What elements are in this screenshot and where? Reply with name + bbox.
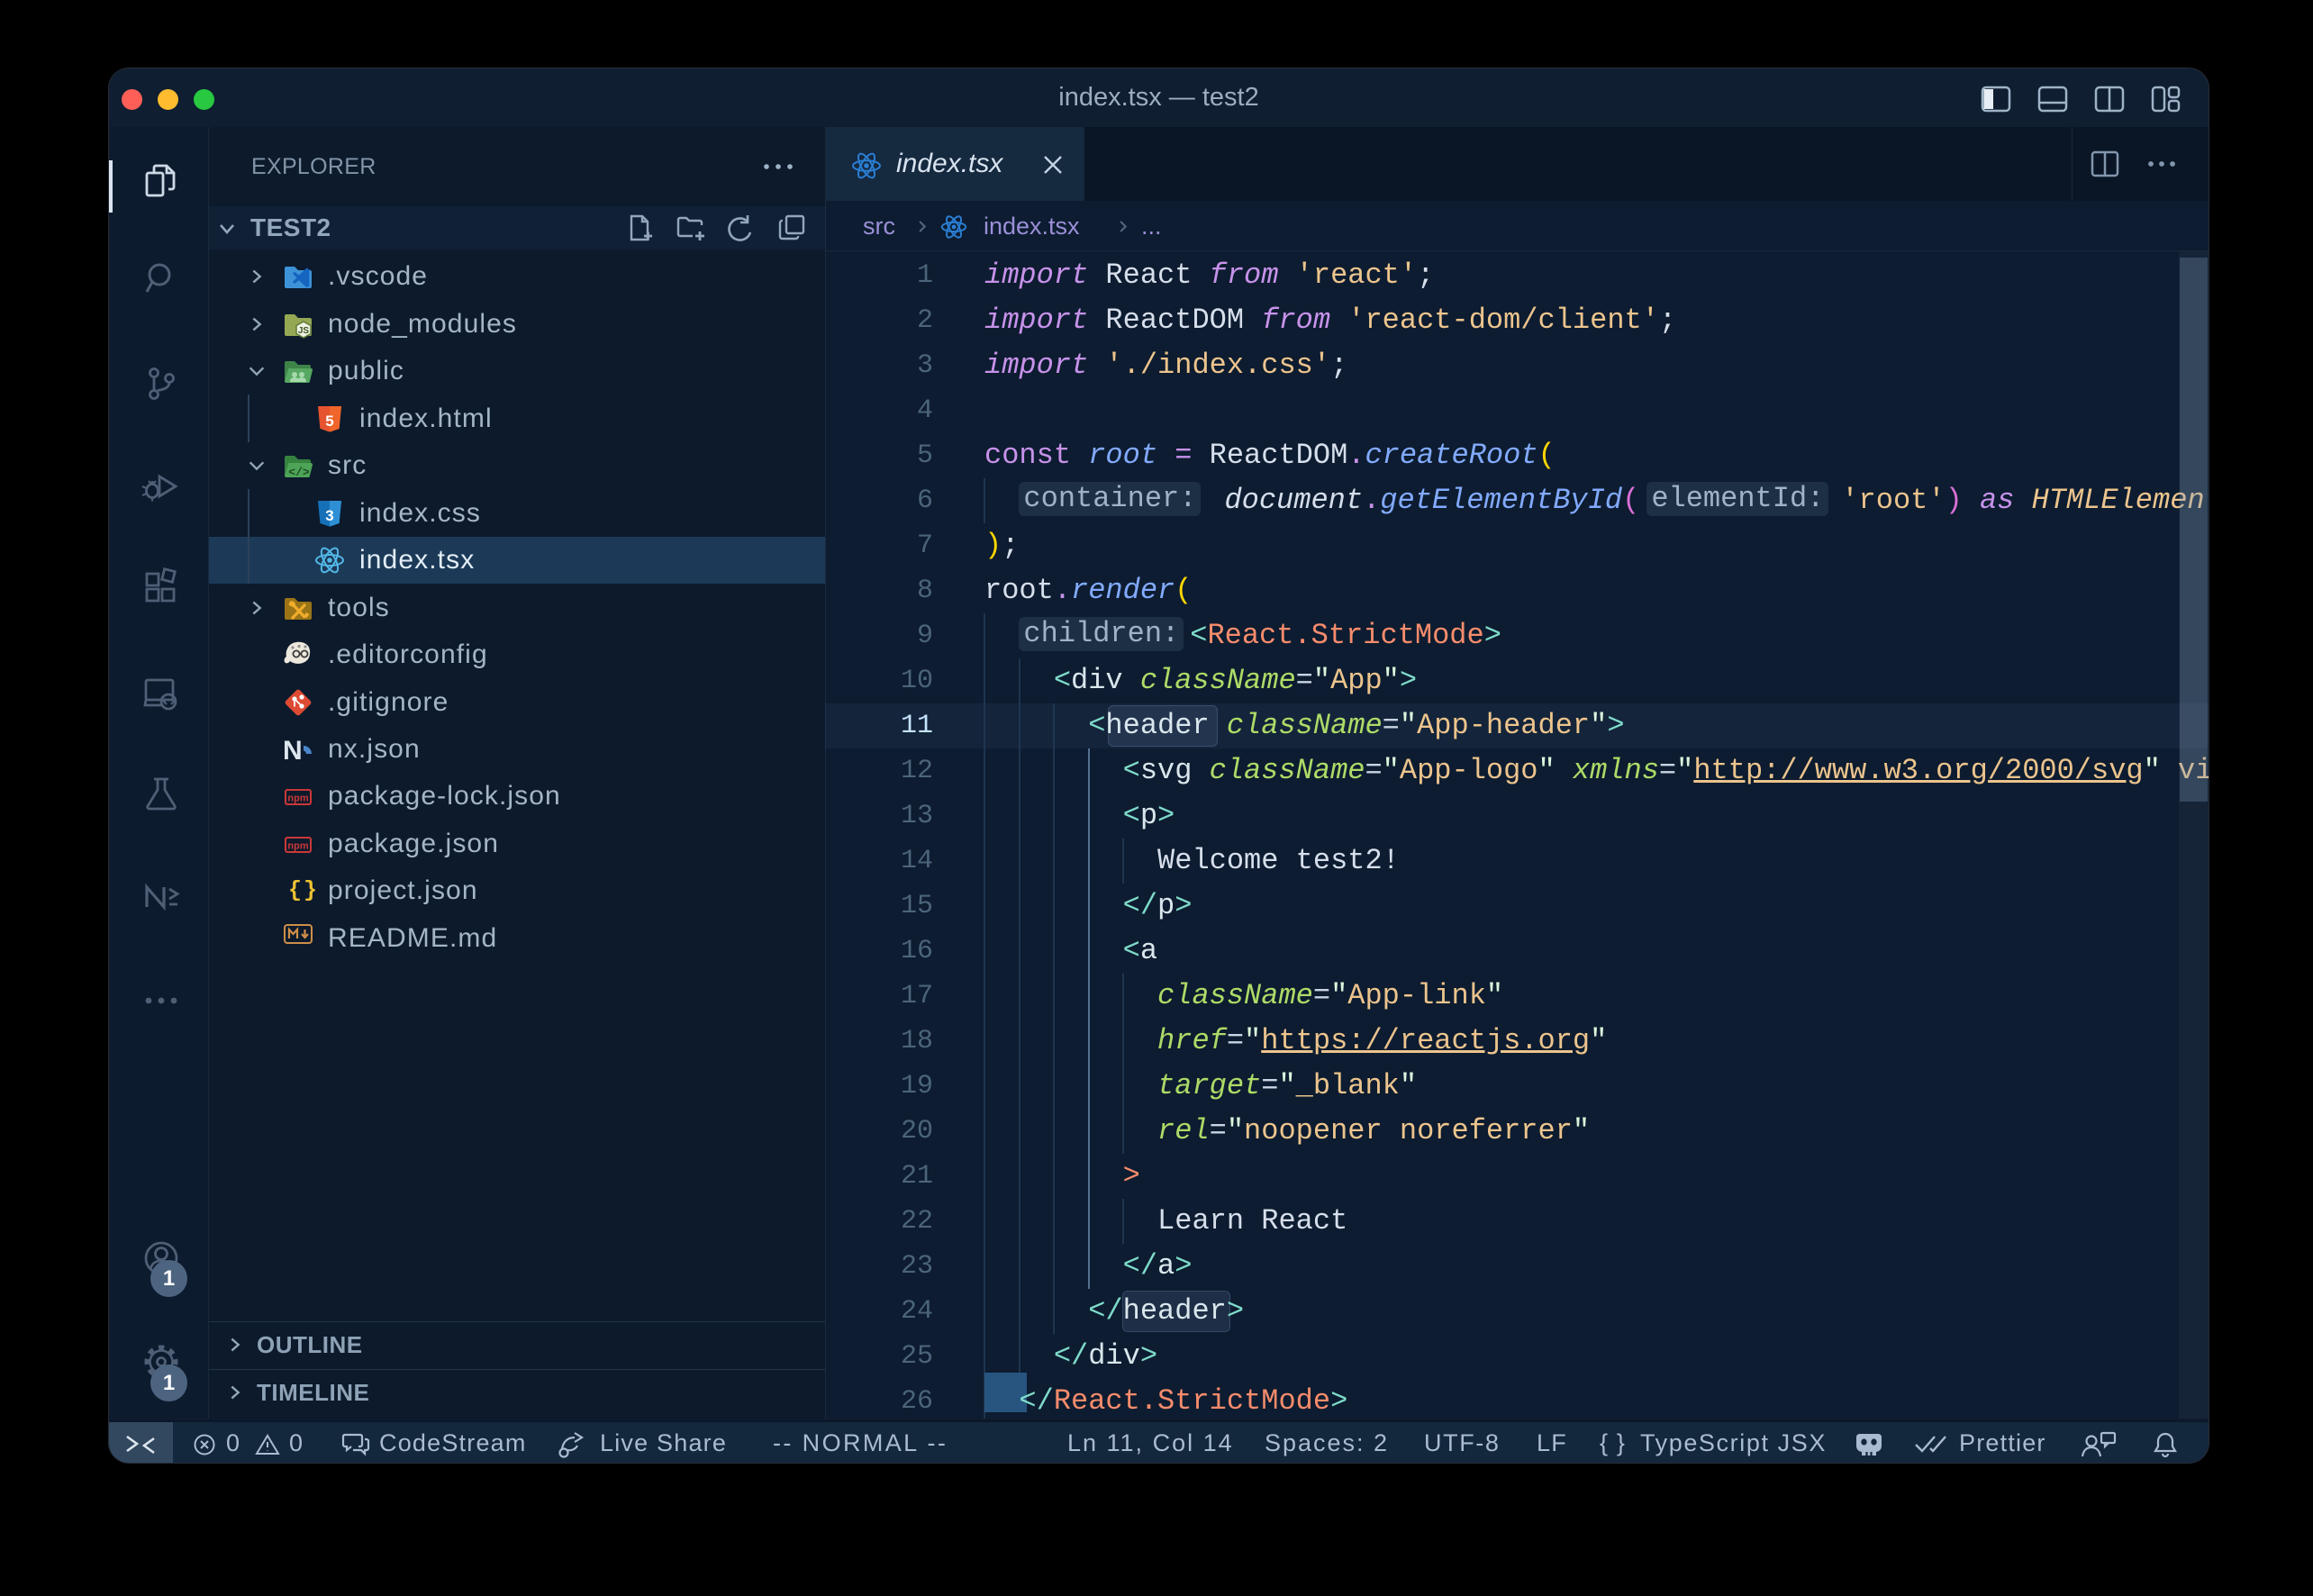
svg-text:npm: npm — [287, 841, 308, 852]
svg-text:JS: JS — [298, 326, 310, 336]
svg-text:npm: npm — [287, 793, 308, 804]
svg-text:5: 5 — [325, 413, 333, 430]
svg-text:N: N — [283, 736, 303, 765]
svg-text:</>: </> — [288, 466, 310, 479]
svg-text:3: 3 — [325, 507, 333, 524]
